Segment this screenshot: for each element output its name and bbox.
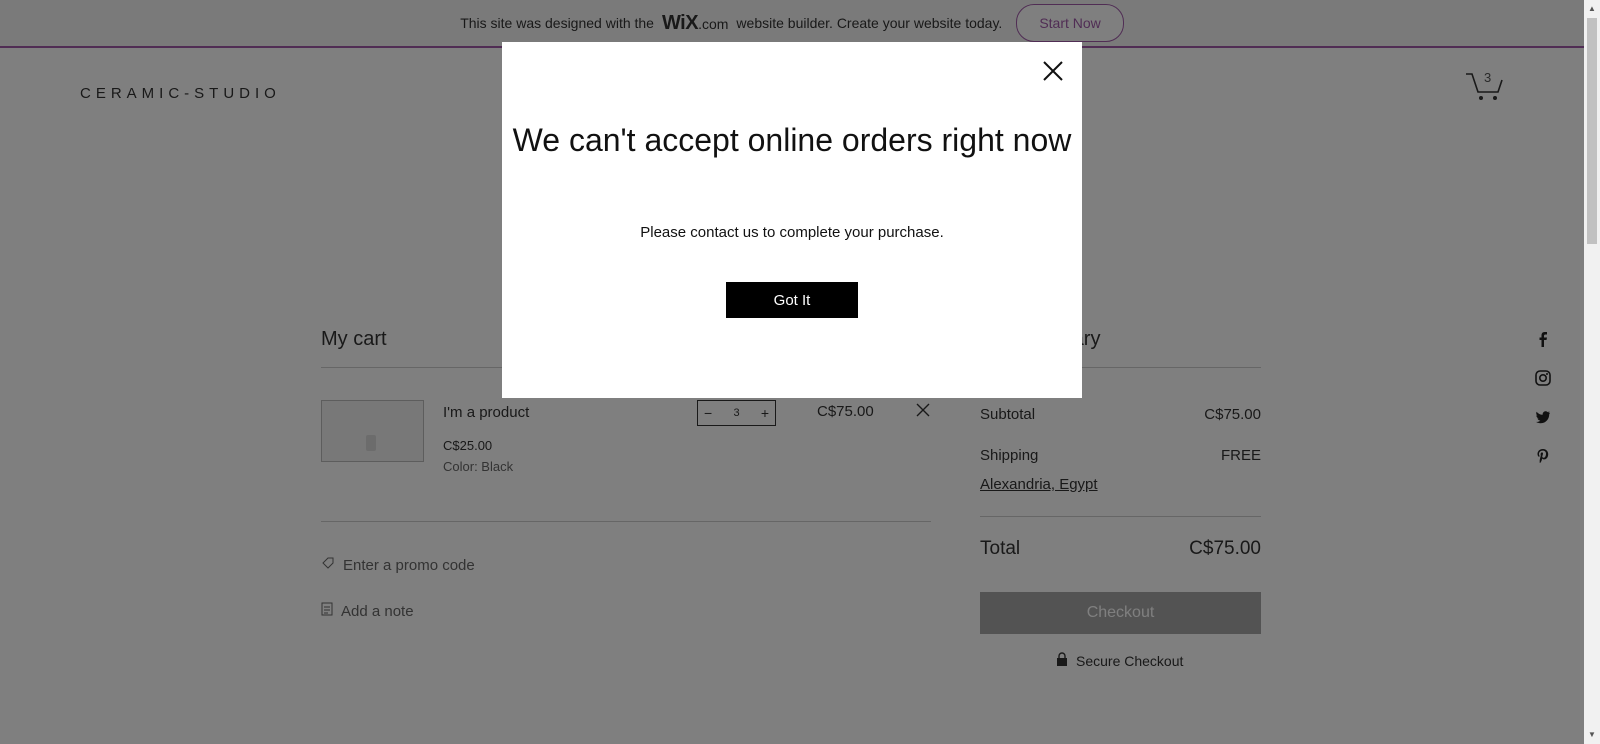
scroll-down-icon[interactable]: ▼ xyxy=(1587,730,1597,740)
order-unavailable-dialog: We can't accept online orders right now … xyxy=(502,42,1082,398)
scrollbar-thumb[interactable] xyxy=(1587,18,1597,244)
dialog-message: Please contact us to complete your purch… xyxy=(640,224,944,241)
close-icon[interactable] xyxy=(1042,60,1064,82)
dialog-title: We can't accept online orders right now xyxy=(512,122,1072,158)
got-it-button[interactable]: Got It xyxy=(726,282,858,318)
scroll-up-icon[interactable]: ▲ xyxy=(1587,4,1597,14)
